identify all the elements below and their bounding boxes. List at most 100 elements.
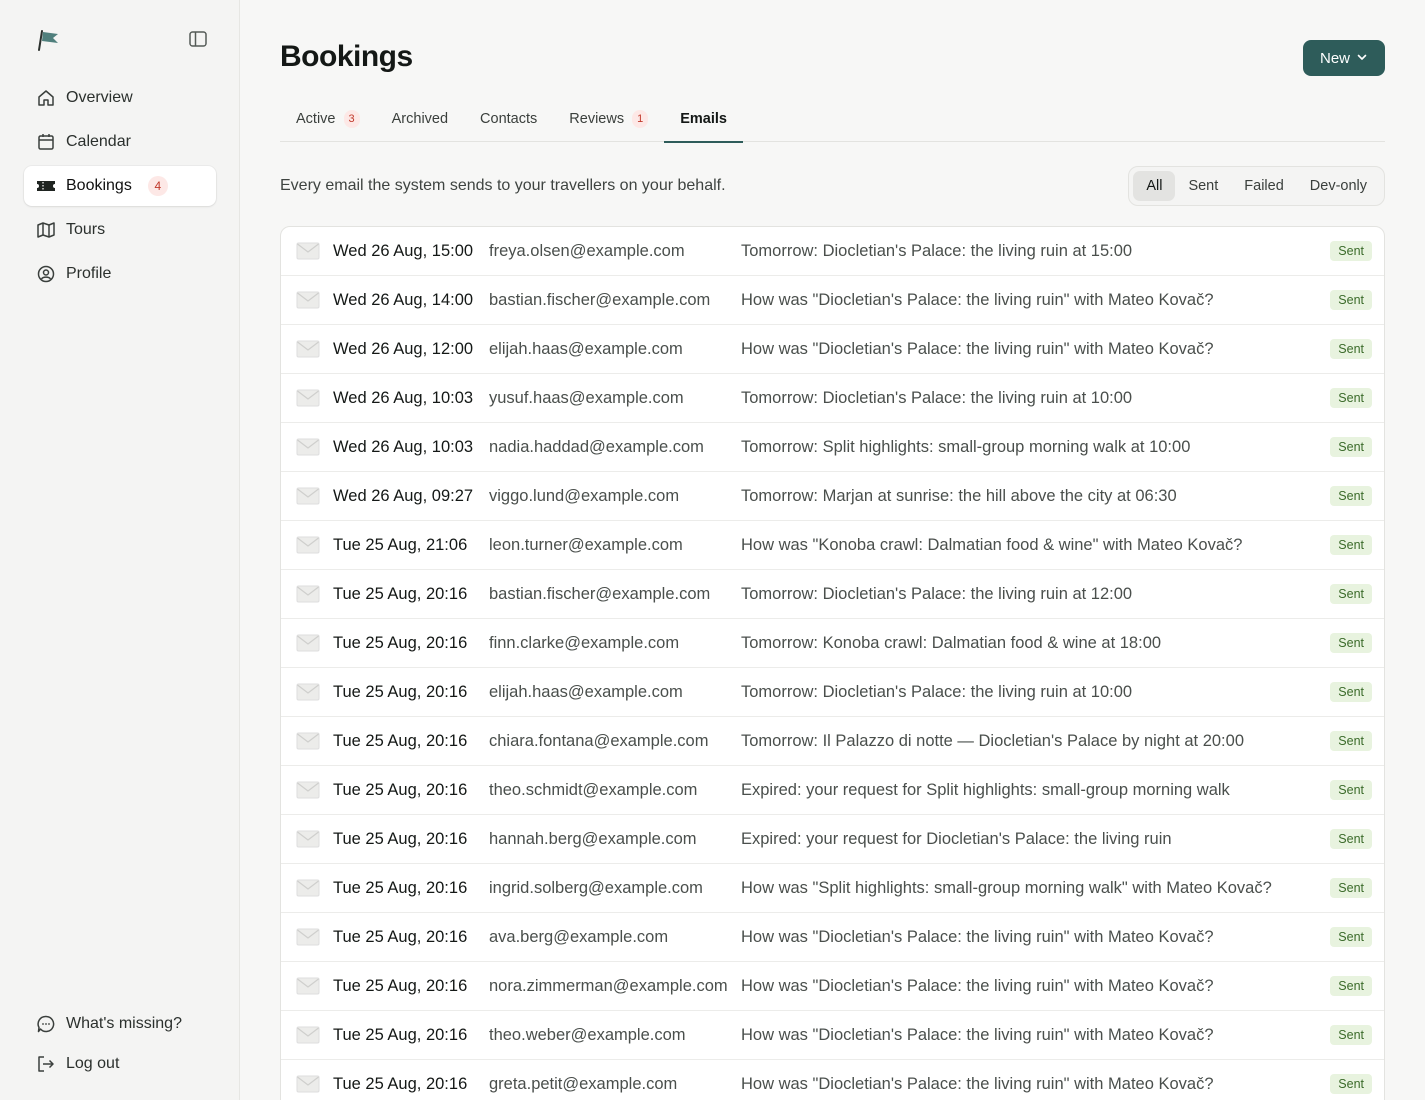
email-recipient: bastian.fischer@example.com (489, 290, 711, 309)
filter-all[interactable]: All (1133, 171, 1176, 201)
status-badge: Sent (1330, 437, 1372, 457)
status-badge: Sent (1330, 731, 1372, 751)
envelope-icon (296, 585, 320, 603)
email-subject: Tomorrow: Marjan at sunrise: the hill ab… (741, 486, 1177, 505)
status-badge: Sent (1330, 927, 1372, 947)
email-subject: Expired: your request for Split highligh… (741, 780, 1230, 799)
table-row[interactable]: Tue 25 Aug, 20:16 bastian.fischer@example… (281, 570, 1384, 619)
tab-reviews[interactable]: Reviews 1 (553, 96, 664, 142)
status-badge: Sent (1330, 682, 1372, 702)
calendar-icon (36, 132, 56, 152)
envelope-icon (296, 683, 320, 701)
email-recipient: yusuf.haas@example.com (489, 388, 684, 407)
sidebar-item-tours[interactable]: Tours (24, 210, 216, 250)
envelope-icon (296, 389, 320, 407)
sidebar-item-profile[interactable]: Profile (24, 254, 216, 294)
new-button-label: New (1319, 49, 1350, 67)
table-row[interactable]: Tue 25 Aug, 20:16 theo.schmidt@example.co… (281, 766, 1384, 815)
email-timestamp: Tue 25 Aug, 20:16 (333, 731, 468, 750)
envelope-icon (296, 732, 320, 750)
email-timestamp: Wed 26 Aug, 09:27 (333, 486, 474, 505)
home-icon (36, 88, 56, 108)
envelope-icon (296, 1026, 320, 1044)
sidebar-item-whats-missing[interactable]: What's missing? (24, 1004, 216, 1044)
status-badge: Sent (1330, 829, 1372, 849)
envelope-icon (296, 487, 320, 505)
emails-description: Every email the system sends to your tra… (280, 177, 726, 194)
email-recipient: viggo.lund@example.com (489, 486, 680, 505)
table-row[interactable]: Wed 26 Aug, 14:00 bastian.fischer@example… (281, 276, 1384, 325)
logout-icon (36, 1054, 56, 1074)
table-row[interactable]: Wed 26 Aug, 09:27 viggo.lund@example.com T… (281, 472, 1384, 521)
email-subject: Tomorrow: Diocletian's Palace: the livin… (741, 241, 1133, 260)
email-timestamp: Tue 25 Aug, 20:16 (333, 780, 468, 799)
email-subject: How was "Diocletian's Palace: the living… (741, 1074, 1214, 1093)
envelope-icon (296, 879, 320, 897)
email-recipient: chiara.fontana@example.com (489, 731, 709, 750)
filter-sent[interactable]: Sent (1175, 171, 1231, 201)
table-row[interactable]: Tue 25 Aug, 20:16 greta.petit@example.com… (281, 1060, 1384, 1100)
status-badge: Sent (1330, 535, 1372, 555)
email-timestamp: Tue 25 Aug, 20:16 (333, 829, 468, 848)
email-subject: Tomorrow: Il Palazzo di notte — Diocleti… (741, 731, 1244, 750)
envelope-icon (296, 830, 320, 848)
table-row[interactable]: Wed 26 Aug, 10:03 yusuf.haas@example.com T… (281, 374, 1384, 423)
table-row[interactable]: Wed 26 Aug, 15:00 freya.olsen@example.com… (281, 227, 1384, 276)
email-subject: How was "Diocletian's Palace: the living… (741, 290, 1214, 309)
sidebar-item-bookings[interactable]: Bookings 4 (24, 166, 216, 206)
table-row[interactable]: Tue 25 Aug, 20:16 hannah.berg@example.com… (281, 815, 1384, 864)
tab-emails[interactable]: Emails (664, 96, 743, 143)
sidebar-item-logout[interactable]: Log out (24, 1044, 216, 1084)
status-badge: Sent (1330, 388, 1372, 408)
email-recipient: finn.clarke@example.com (489, 633, 680, 652)
table-row[interactable]: Tue 25 Aug, 20:16 elijah.haas@example.com… (281, 668, 1384, 717)
table-row[interactable]: Tue 25 Aug, 20:16 chiara.fontana@example.… (281, 717, 1384, 766)
status-badge: Sent (1330, 780, 1372, 800)
email-recipient: bastian.fischer@example.com (489, 584, 711, 603)
email-timestamp: Tue 25 Aug, 20:16 (333, 1025, 468, 1044)
tab-badge: 1 (632, 110, 649, 128)
email-timestamp: Tue 25 Aug, 20:16 (333, 682, 468, 701)
table-row[interactable]: Wed 26 Aug, 12:00 elijah.haas@example.com… (281, 325, 1384, 374)
chat-icon (36, 1014, 56, 1034)
table-row[interactable]: Tue 25 Aug, 20:16 ava.berg@example.com How… (281, 913, 1384, 962)
filter-failed[interactable]: Failed (1231, 171, 1297, 201)
status-badge: Sent (1330, 290, 1372, 310)
email-subject: Tomorrow: Diocletian's Palace: the livin… (741, 682, 1133, 701)
email-subject: Tomorrow: Diocletian's Palace: the livin… (741, 388, 1133, 407)
email-recipient: nora.zimmerman@example.com (489, 976, 728, 995)
status-badge: Sent (1330, 1074, 1372, 1094)
filter-dev-only[interactable]: Dev-only (1297, 171, 1380, 201)
sidebar-item-overview[interactable]: Overview (24, 78, 216, 118)
new-button[interactable]: New (1303, 40, 1385, 76)
envelope-icon (296, 340, 320, 358)
tab-archived[interactable]: Archived (376, 96, 464, 142)
table-row[interactable]: Tue 25 Aug, 20:16 theo.weber@example.com H… (281, 1011, 1384, 1060)
tab-active[interactable]: Active 3 (280, 96, 376, 142)
ticket-icon (36, 176, 56, 196)
table-row[interactable]: Tue 25 Aug, 21:06 leon.turner@example.com… (281, 521, 1384, 570)
flag-logo-icon[interactable] (36, 28, 64, 52)
table-row[interactable]: Tue 25 Aug, 20:16 finn.clarke@example.com… (281, 619, 1384, 668)
envelope-icon (296, 242, 320, 260)
email-list: Wed 26 Aug, 15:00 freya.olsen@example.com… (280, 226, 1385, 1100)
envelope-icon (296, 781, 320, 799)
envelope-icon (296, 634, 320, 652)
status-badge: Sent (1330, 584, 1372, 604)
email-timestamp: Tue 25 Aug, 20:16 (333, 927, 468, 946)
sidebar-item-calendar[interactable]: Calendar (24, 122, 216, 162)
table-row[interactable]: Tue 25 Aug, 20:16 nora.zimmerman@example.… (281, 962, 1384, 1011)
email-timestamp: Wed 26 Aug, 14:00 (333, 290, 474, 309)
email-subject: How was "Diocletian's Palace: the living… (741, 927, 1214, 946)
email-subject: How was "Diocletian's Palace: the living… (741, 1025, 1214, 1044)
table-row[interactable]: Wed 26 Aug, 10:03 nadia.haddad@example.co… (281, 423, 1384, 472)
email-subject: How was "Konoba crawl: Dalmatian food & … (741, 535, 1243, 554)
email-subject: Tomorrow: Split highlights: small-group … (741, 437, 1191, 456)
email-recipient: hannah.berg@example.com (489, 829, 697, 848)
sidebar-toggle-icon[interactable] (188, 30, 208, 48)
tab-bar: Active 3 Archived Contacts Reviews 1 Ema… (280, 96, 1385, 143)
sidebar-item-label: Bookings (66, 177, 132, 194)
email-timestamp: Tue 25 Aug, 20:16 (333, 1074, 468, 1093)
table-row[interactable]: Tue 25 Aug, 20:16 ingrid.solberg@example.… (281, 864, 1384, 913)
tab-contacts[interactable]: Contacts (464, 96, 553, 142)
